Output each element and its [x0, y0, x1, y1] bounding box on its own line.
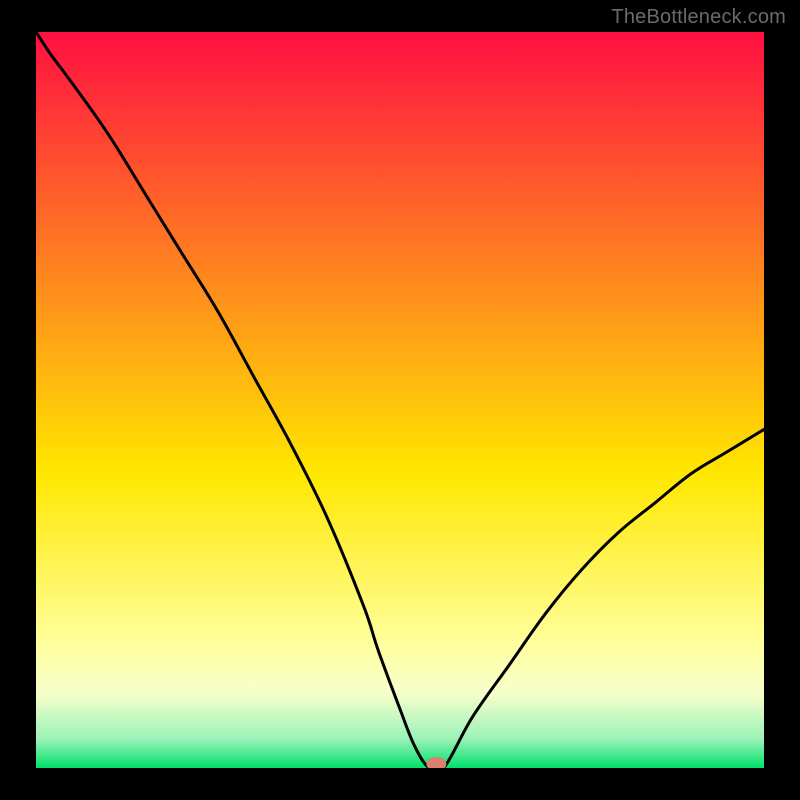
plot-area: [36, 32, 764, 768]
chart-frame: TheBottleneck.com: [0, 0, 800, 800]
watermark-label: TheBottleneck.com: [611, 6, 786, 29]
gradient-backdrop: [36, 32, 764, 768]
chart-svg: [36, 32, 764, 768]
